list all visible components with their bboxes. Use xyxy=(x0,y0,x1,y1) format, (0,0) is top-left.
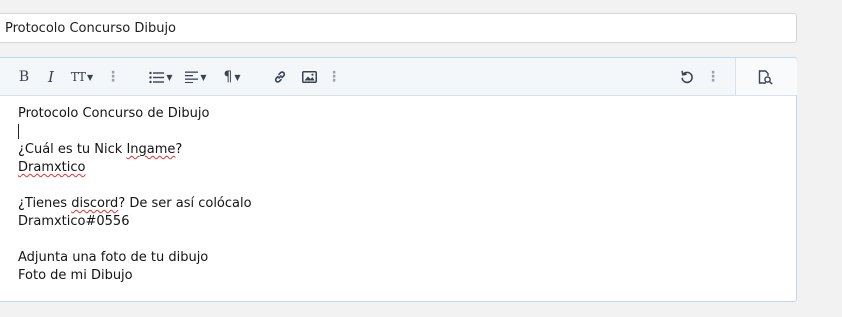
link-icon xyxy=(274,71,286,83)
editor-line: Dramxtico#0556 xyxy=(18,214,130,229)
more-options-icon[interactable]: ⋮ xyxy=(706,67,720,87)
more-options-icon[interactable]: ⋮ xyxy=(327,67,341,87)
editor-toolbar: B I TT ▼ ⋮ ▼ ▼ ¶ ▼ ⋮ ⋮ xyxy=(0,58,797,96)
editor-line: ¿Tienes discord? De ser así colócalo xyxy=(18,195,252,213)
paragraph-button[interactable]: ¶ ▼ xyxy=(219,67,245,87)
line-text: ? xyxy=(175,142,183,157)
editor-line: ¿Cuál es tu Nick Ingame? xyxy=(18,141,252,159)
list-icon xyxy=(149,71,165,83)
image-icon xyxy=(301,71,317,83)
editor-line: Foto de mi Dibujo xyxy=(18,268,133,283)
text-cursor xyxy=(18,123,19,139)
chevron-down-icon: ▼ xyxy=(166,72,173,82)
editor-line: Adjunta una foto de tu dibujo xyxy=(18,250,209,265)
title-input[interactable] xyxy=(0,13,797,43)
undo-icon xyxy=(681,70,693,84)
preview-icon xyxy=(758,70,773,85)
editor-content[interactable]: Protocolo Concurso de Dibujo ¿Cuál es tu… xyxy=(18,105,252,285)
undo-button[interactable] xyxy=(679,67,695,87)
link-button[interactable] xyxy=(272,67,288,87)
text-size-icon: TT xyxy=(70,70,86,84)
more-options-icon[interactable]: ⋮ xyxy=(106,67,120,87)
bold-button[interactable]: B xyxy=(17,67,31,87)
align-icon xyxy=(185,71,199,83)
preview-tab[interactable] xyxy=(735,58,797,95)
image-button[interactable] xyxy=(301,67,317,87)
line-text: ¿Tienes xyxy=(18,196,72,211)
chevron-down-icon: ▼ xyxy=(200,72,207,82)
misspelled-word[interactable]: Dramxtico xyxy=(18,160,86,175)
editor-line xyxy=(18,123,252,141)
align-button[interactable]: ▼ xyxy=(183,67,209,87)
misspelled-word[interactable]: Ingame xyxy=(126,142,175,157)
line-text: ¿Cuál es tu Nick xyxy=(18,142,127,157)
rich-text-editor[interactable]: B I TT ▼ ⋮ ▼ ▼ ¶ ▼ ⋮ ⋮ Protocolo Concurs… xyxy=(0,57,797,302)
editor-line: Protocolo Concurso de Dibujo xyxy=(18,106,210,121)
chevron-down-icon: ▼ xyxy=(234,72,241,82)
italic-button[interactable]: I xyxy=(45,67,57,87)
italic-icon: I xyxy=(48,68,54,86)
misspelled-word[interactable]: discord xyxy=(71,196,118,211)
bold-icon: B xyxy=(18,69,30,85)
editor-line: Dramxtico xyxy=(18,159,252,177)
text-size-button[interactable]: TT ▼ xyxy=(68,67,96,87)
line-text: ? De ser así colócalo xyxy=(118,196,252,211)
chevron-down-icon: ▼ xyxy=(87,72,94,82)
paragraph-icon: ¶ xyxy=(223,69,233,85)
list-button[interactable]: ▼ xyxy=(147,67,175,87)
